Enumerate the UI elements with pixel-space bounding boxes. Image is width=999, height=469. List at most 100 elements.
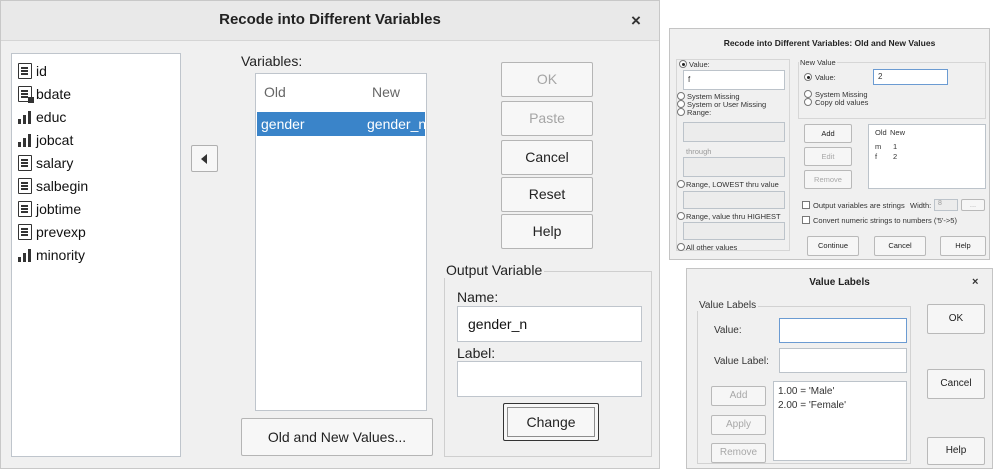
old-value-radio[interactable] (679, 60, 687, 68)
list-item[interactable]: 2.00 = 'Female' (778, 400, 846, 411)
mapping-new: 1 (893, 142, 898, 151)
list-item[interactable]: minority (18, 244, 85, 266)
apply-button[interactable]: Apply (711, 415, 766, 435)
help-button[interactable]: Help (940, 236, 986, 256)
help-button[interactable]: Help (927, 437, 985, 465)
change-button[interactable]: Change (503, 403, 599, 441)
copy-old-values-radio[interactable] (804, 98, 812, 106)
ok-button[interactable]: OK (927, 304, 985, 334)
cancel-button[interactable]: Cancel (874, 236, 926, 256)
move-variable-button[interactable] (191, 145, 218, 172)
range-highest-radio[interactable] (677, 212, 685, 220)
value-label-input[interactable] (779, 348, 907, 373)
list-item[interactable]: bdate (18, 83, 71, 105)
name-label: Name: (457, 289, 499, 305)
cancel-button[interactable]: Cancel (927, 369, 985, 399)
nominal-icon (18, 155, 32, 171)
help-button[interactable]: Help (501, 214, 593, 249)
variable-name: salary (36, 155, 74, 171)
range-label: Range: (687, 108, 712, 117)
variable-name: prevexp (36, 224, 86, 240)
dialog-title: Recode into Different Variables (219, 11, 441, 28)
system-user-missing-radio[interactable] (677, 100, 685, 108)
old-new-mapping-list[interactable]: Old New m 1 f 2 (868, 124, 986, 189)
value-labels-list[interactable]: 1.00 = 'Male' 2.00 = 'Female' (773, 381, 907, 461)
table-row[interactable]: gender gender_n (257, 112, 427, 136)
width-label: Width: (910, 201, 932, 210)
recode-dialog: Recode into Different Variables × id bda… (0, 0, 660, 469)
remove-button[interactable]: Remove (804, 170, 852, 189)
continue-button[interactable]: Continue (807, 236, 859, 256)
old-and-new-values-button[interactable]: Old and New Values... (241, 418, 433, 456)
reset-button[interactable]: Reset (501, 177, 593, 212)
range-from-input[interactable] (683, 122, 785, 142)
output-strings-label: Output variables are strings (813, 201, 905, 210)
variable-name: jobtime (36, 201, 82, 217)
old-value-label: Value: (689, 60, 710, 69)
nominal-icon (18, 201, 32, 217)
range-radio[interactable] (677, 108, 685, 116)
label-input[interactable] (457, 361, 642, 397)
value-labels-dialog: Value Labels × Value Labels Value: Value… (686, 268, 993, 469)
old-value-input[interactable]: f (683, 70, 785, 90)
add-button[interactable]: Add (711, 386, 766, 406)
list-item[interactable]: jobtime (18, 198, 81, 220)
label-label: Label: (457, 345, 496, 361)
list-item[interactable]: jobcat (18, 129, 73, 151)
nominal-icon (18, 224, 32, 240)
new-value-radio[interactable] (804, 73, 812, 81)
width-picker-button[interactable]: ... (961, 199, 985, 211)
close-icon[interactable]: × (625, 10, 647, 32)
column-header-new: New (372, 84, 401, 100)
variable-name: jobcat (36, 132, 74, 148)
new-value-input[interactable]: 2 (873, 69, 948, 85)
paste-button[interactable]: Paste (501, 101, 593, 136)
convert-numeric-checkbox[interactable] (802, 216, 810, 224)
list-item[interactable]: educ (18, 106, 66, 128)
range-highest-input[interactable] (683, 222, 785, 240)
copy-old-values-label: Copy old values (815, 98, 869, 107)
range-lowest-input[interactable] (683, 191, 785, 209)
variable-name: id (36, 63, 47, 79)
range-to-input[interactable] (683, 157, 785, 177)
mapping-old: f (875, 152, 878, 161)
through-label: through (686, 147, 712, 156)
range-highest-label: Range, value thru HIGHEST (686, 212, 781, 221)
value-labels-legend: Value Labels (697, 300, 759, 311)
variable-name: salbegin (36, 178, 89, 194)
scale-icon (18, 132, 32, 148)
close-icon[interactable]: × (972, 276, 978, 288)
nominal-icon (18, 63, 32, 79)
value-input[interactable] (779, 318, 907, 343)
convert-numeric-label: Convert numeric strings to numbers ('5'-… (813, 216, 957, 225)
mapping-old: m (875, 142, 882, 151)
all-other-label: All other values (686, 243, 738, 252)
list-item[interactable]: salbegin (18, 175, 88, 197)
list-item[interactable]: 1.00 = 'Male' (778, 386, 834, 397)
variable-name: minority (36, 247, 86, 263)
remove-button[interactable]: Remove (711, 443, 766, 463)
ok-button[interactable]: OK (501, 62, 593, 97)
source-variable-list[interactable]: id bdate educ jobcat salary salbegin job… (11, 53, 181, 457)
new-value-legend: New Value (799, 58, 837, 67)
system-missing-radio[interactable] (677, 92, 685, 100)
cancel-button[interactable]: Cancel (501, 140, 593, 175)
list-item[interactable]: prevexp (18, 221, 86, 243)
add-button[interactable]: Add (804, 124, 852, 143)
old-variable: gender (261, 116, 305, 132)
range-lowest-radio[interactable] (677, 180, 685, 188)
all-other-radio[interactable] (677, 243, 685, 251)
dialog-title: Recode into Different Variables: Old and… (723, 38, 936, 48)
new-variable: gender_n (367, 116, 427, 132)
width-input[interactable]: 8 (934, 199, 958, 211)
variables-list[interactable]: Old New gender gender_n (255, 73, 427, 411)
edit-button[interactable]: Edit (804, 147, 852, 166)
new-system-missing-radio[interactable] (804, 90, 812, 98)
mapping-header-old: Old (875, 128, 887, 137)
date-icon (18, 86, 34, 103)
nominal-icon (18, 178, 32, 194)
output-strings-checkbox[interactable] (802, 201, 810, 209)
list-item[interactable]: id (18, 60, 47, 82)
name-input[interactable]: gender_n (457, 306, 642, 342)
list-item[interactable]: salary (18, 152, 73, 174)
